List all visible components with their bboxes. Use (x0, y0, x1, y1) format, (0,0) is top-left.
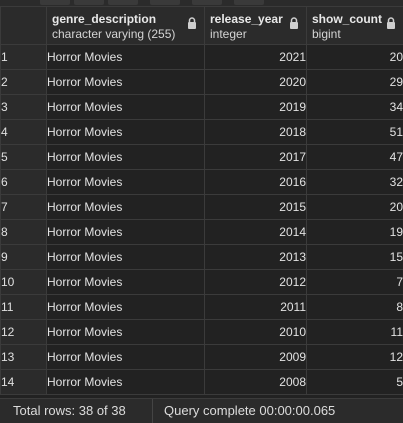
table-row[interactable]: 3Horror Movies201934 (1, 95, 403, 120)
release-year-cell[interactable]: 2012 (205, 270, 307, 295)
toolbar-button[interactable] (74, 0, 104, 5)
lock-icon (386, 17, 396, 29)
row-number-cell[interactable]: 6 (1, 170, 47, 195)
total-rows-label: Total rows: 38 of 38 (13, 403, 126, 418)
row-number-cell[interactable]: 11 (1, 295, 47, 320)
row-number-header[interactable] (1, 7, 47, 45)
table-row[interactable]: 1Horror Movies202120 (1, 45, 403, 70)
release-year-cell[interactable]: 2016 (205, 170, 307, 195)
row-number-cell[interactable]: 14 (1, 370, 47, 395)
table-row[interactable]: 12Horror Movies201011 (1, 320, 403, 345)
genre-description-cell[interactable]: Horror Movies (47, 270, 205, 295)
genre-description-cell[interactable]: Horror Movies (47, 220, 205, 245)
show-count-cell[interactable]: 7 (307, 270, 403, 295)
query-status-label: Query complete 00:00:00.065 (164, 403, 335, 418)
release-year-cell[interactable]: 2009 (205, 345, 307, 370)
results-grid: genre_description character varying (255… (0, 6, 403, 395)
table-row[interactable]: 6Horror Movies201632 (1, 170, 403, 195)
toolbar-button[interactable] (150, 0, 180, 5)
row-number-cell[interactable]: 7 (1, 195, 47, 220)
column-header-show-count[interactable]: show_count bigint (307, 7, 403, 45)
toolbar-button[interactable] (192, 0, 222, 5)
show-count-cell[interactable]: 20 (307, 45, 403, 70)
release-year-cell[interactable]: 2019 (205, 95, 307, 120)
show-count-cell[interactable]: 12 (307, 345, 403, 370)
row-number-cell[interactable]: 4 (1, 120, 47, 145)
show-count-cell[interactable]: 8 (307, 295, 403, 320)
toolbar-button[interactable] (234, 0, 264, 5)
table-row[interactable]: 14Horror Movies20085 (1, 370, 403, 395)
row-number-cell[interactable]: 1 (1, 45, 47, 70)
genre-description-cell[interactable]: Horror Movies (47, 295, 205, 320)
show-count-cell[interactable]: 20 (307, 195, 403, 220)
toolbar-button[interactable] (108, 0, 138, 5)
genre-description-cell[interactable]: Horror Movies (47, 70, 205, 95)
table-row[interactable]: 13Horror Movies200912 (1, 345, 403, 370)
show-count-cell[interactable]: 5 (307, 370, 403, 395)
show-count-cell[interactable]: 47 (307, 145, 403, 170)
table-row[interactable]: 2Horror Movies202029 (1, 70, 403, 95)
show-count-cell[interactable]: 29 (307, 70, 403, 95)
table-row[interactable]: 10Horror Movies20127 (1, 270, 403, 295)
release-year-cell[interactable]: 2011 (205, 295, 307, 320)
show-count-cell[interactable]: 34 (307, 95, 403, 120)
lock-icon (289, 17, 299, 29)
release-year-cell[interactable]: 2017 (205, 145, 307, 170)
row-number-cell[interactable]: 8 (1, 220, 47, 245)
table-row[interactable]: 7Horror Movies201520 (1, 195, 403, 220)
column-type: character varying (255) (47, 26, 204, 41)
column-header-genre-description[interactable]: genre_description character varying (255… (47, 7, 205, 45)
lock-icon (187, 17, 197, 29)
release-year-cell[interactable]: 2020 (205, 70, 307, 95)
genre-description-cell[interactable]: Horror Movies (47, 45, 205, 70)
release-year-cell[interactable]: 2008 (205, 370, 307, 395)
release-year-cell[interactable]: 2015 (205, 195, 307, 220)
show-count-cell[interactable]: 11 (307, 320, 403, 345)
release-year-cell[interactable]: 2010 (205, 320, 307, 345)
genre-description-cell[interactable]: Horror Movies (47, 245, 205, 270)
row-number-cell[interactable]: 10 (1, 270, 47, 295)
table-row[interactable]: 9Horror Movies201315 (1, 245, 403, 270)
genre-description-cell[interactable]: Horror Movies (47, 345, 205, 370)
genre-description-cell[interactable]: Horror Movies (47, 120, 205, 145)
header-row: genre_description character varying (255… (1, 7, 403, 45)
table-row[interactable]: 11Horror Movies20118 (1, 295, 403, 320)
show-count-cell[interactable]: 32 (307, 170, 403, 195)
column-name: genre_description (47, 7, 204, 26)
row-number-cell[interactable]: 9 (1, 245, 47, 270)
show-count-cell[interactable]: 15 (307, 245, 403, 270)
release-year-cell[interactable]: 2021 (205, 45, 307, 70)
row-number-cell[interactable]: 5 (1, 145, 47, 170)
genre-description-cell[interactable]: Horror Movies (47, 370, 205, 395)
status-bar: Total rows: 38 of 38 Query complete 00:0… (0, 398, 403, 423)
genre-description-cell[interactable]: Horror Movies (47, 145, 205, 170)
genre-description-cell[interactable]: Horror Movies (47, 95, 205, 120)
table-row[interactable]: 8Horror Movies201419 (1, 220, 403, 245)
show-count-cell[interactable]: 51 (307, 120, 403, 145)
show-count-cell[interactable]: 19 (307, 220, 403, 245)
column-header-release-year[interactable]: release_year integer (205, 7, 307, 45)
row-number-cell[interactable]: 2 (1, 70, 47, 95)
release-year-cell[interactable]: 2018 (205, 120, 307, 145)
table-row[interactable]: 4Horror Movies201851 (1, 120, 403, 145)
table-row[interactable]: 5Horror Movies201747 (1, 145, 403, 170)
status-divider (152, 399, 153, 423)
toolbar-button[interactable] (40, 0, 70, 5)
row-number-cell[interactable]: 3 (1, 95, 47, 120)
genre-description-cell[interactable]: Horror Movies (47, 320, 205, 345)
genre-description-cell[interactable]: Horror Movies (47, 170, 205, 195)
genre-description-cell[interactable]: Horror Movies (47, 195, 205, 220)
row-number-cell[interactable]: 12 (1, 320, 47, 345)
release-year-cell[interactable]: 2014 (205, 220, 307, 245)
release-year-cell[interactable]: 2013 (205, 245, 307, 270)
row-number-cell[interactable]: 13 (1, 345, 47, 370)
